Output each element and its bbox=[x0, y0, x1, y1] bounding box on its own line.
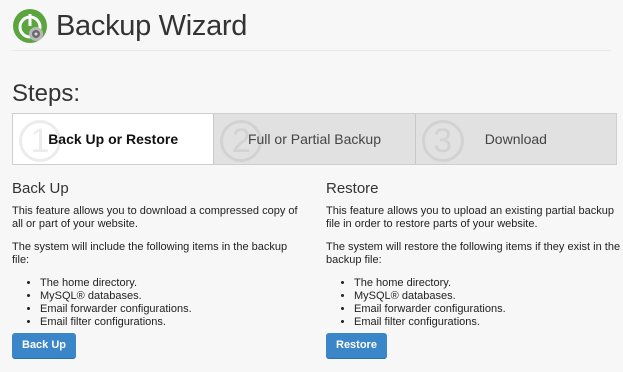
step-number: 3 bbox=[421, 120, 464, 162]
step-label: Full or Partial Backup bbox=[247, 131, 382, 147]
steps-heading: Steps: bbox=[12, 80, 81, 107]
list-item: The home directory. bbox=[40, 277, 307, 290]
list-item: Email filter configurations. bbox=[354, 316, 621, 329]
restore-includes-intro: The system will restore the following it… bbox=[326, 241, 621, 266]
backup-description: This feature allows you to download a co… bbox=[12, 205, 298, 230]
page-header: Backup Wizard bbox=[12, 6, 247, 46]
backup-heading: Back Up bbox=[12, 180, 69, 197]
list-item: Email forwarder configurations. bbox=[40, 303, 307, 316]
page-title: Backup Wizard bbox=[56, 9, 248, 42]
backup-items-list: The home directory. MySQL® databases. Em… bbox=[12, 277, 307, 329]
restore-description: This feature allows you to upload an exi… bbox=[326, 205, 615, 230]
header-divider bbox=[12, 50, 611, 51]
list-item: MySQL® databases. bbox=[40, 290, 307, 303]
backup-includes-intro: The system will include the following it… bbox=[12, 241, 288, 266]
step-download: 3 Download bbox=[414, 114, 616, 164]
step-label: Back Up or Restore bbox=[48, 131, 179, 147]
restore-button-wrap: Restore bbox=[326, 333, 387, 358]
wizard-steps: 1 Back Up or Restore 2 Full or Partial B… bbox=[12, 113, 617, 165]
backup-section: Back Up This feature allows you to downl… bbox=[12, 180, 307, 341]
backup-button-wrap: Back Up bbox=[12, 333, 77, 358]
restore-section: Restore This feature allows you to uploa… bbox=[326, 180, 621, 341]
restore-items-list: The home directory. MySQL® databases. Em… bbox=[326, 277, 621, 329]
restore-button[interactable]: Restore bbox=[326, 333, 387, 358]
step-label: Download bbox=[484, 131, 547, 147]
step-back-up-or-restore: 1 Back Up or Restore bbox=[13, 114, 214, 164]
restore-heading: Restore bbox=[326, 180, 379, 197]
step-full-or-partial-backup: 2 Full or Partial Backup bbox=[213, 114, 414, 164]
list-item: The home directory. bbox=[354, 277, 621, 290]
back-up-button[interactable]: Back Up bbox=[12, 333, 77, 358]
list-item: Email forwarder configurations. bbox=[354, 303, 621, 316]
list-item: Email filter configurations. bbox=[40, 316, 307, 329]
list-item: MySQL® databases. bbox=[354, 290, 621, 303]
backup-wizard-logo-icon bbox=[12, 8, 48, 44]
